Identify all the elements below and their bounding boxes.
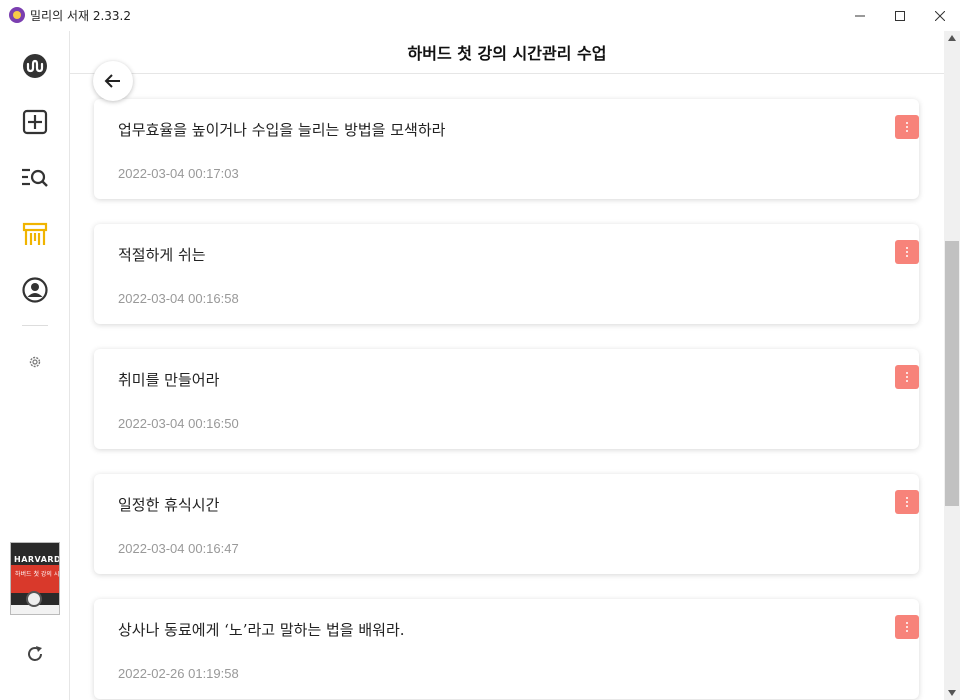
app-title: 밀리의 서재 2.33.2 bbox=[30, 9, 131, 23]
sidebar: HARVARD 하버드 첫 강의 시간관리 수업 bbox=[0, 31, 70, 700]
note-text: 업무효율을 높이거나 수입을 늘리는 방법을 모색하라 bbox=[118, 121, 446, 139]
note-text: 취미를 만들어라 bbox=[118, 371, 220, 389]
minimize-button[interactable] bbox=[840, 0, 880, 31]
notes-list: 업무효율을 높이거나 수입을 늘리는 방법을 모색하라 2022-03-04 0… bbox=[70, 75, 944, 700]
page-title: 하버드 첫 강의 시간관리 수업 bbox=[407, 44, 607, 63]
clock-icon bbox=[26, 591, 42, 607]
chevron-up-icon bbox=[948, 35, 956, 41]
sidebar-divider bbox=[22, 325, 48, 326]
note-date: 2022-03-04 00:16:50 bbox=[118, 416, 239, 431]
title-bar: 밀리의 서재 2.33.2 bbox=[0, 0, 960, 31]
user-circle-icon bbox=[22, 277, 48, 303]
plus-square-icon bbox=[22, 109, 48, 135]
gear-icon bbox=[29, 356, 41, 368]
close-icon bbox=[935, 10, 945, 21]
scrollbar[interactable] bbox=[944, 31, 960, 700]
more-options-button[interactable] bbox=[895, 115, 919, 139]
sidebar-item-library[interactable] bbox=[20, 219, 50, 249]
current-book-cover[interactable]: HARVARD 하버드 첫 강의 시간관리 수업 bbox=[10, 542, 60, 615]
more-options-button[interactable] bbox=[895, 240, 919, 264]
book-cover-title: HARVARD bbox=[14, 555, 60, 564]
refresh-icon bbox=[28, 646, 42, 661]
note-date: 2022-03-04 00:16:58 bbox=[118, 291, 239, 306]
scroll-thumb[interactable] bbox=[945, 241, 959, 506]
note-text: 적절하게 쉬는 bbox=[118, 246, 206, 264]
scroll-down-button[interactable] bbox=[944, 686, 960, 700]
minimize-icon bbox=[855, 15, 865, 16]
maximize-button[interactable] bbox=[880, 0, 920, 31]
millie-logo-icon bbox=[9, 7, 25, 23]
settings-button[interactable] bbox=[20, 347, 50, 377]
note-date: 2022-02-26 01:19:58 bbox=[118, 666, 239, 681]
note-text: 일정한 휴식시간 bbox=[118, 496, 220, 514]
sidebar-item-profile[interactable] bbox=[20, 275, 50, 305]
note-card[interactable]: 업무효율을 높이거나 수입을 늘리는 방법을 모색하라 2022-03-04 0… bbox=[94, 99, 919, 199]
sidebar-item-search[interactable] bbox=[20, 163, 50, 193]
note-text: 상사나 동료에게 ‘노’라고 말하는 법을 배워라. bbox=[118, 621, 405, 639]
more-options-button[interactable] bbox=[895, 490, 919, 514]
note-card[interactable]: 일정한 휴식시간 2022-03-04 00:16:47 bbox=[94, 474, 919, 574]
more-options-button[interactable] bbox=[895, 365, 919, 389]
note-card[interactable]: 상사나 동료에게 ‘노’라고 말하는 법을 배워라. 2022-02-26 01… bbox=[94, 599, 919, 699]
list-search-icon bbox=[22, 168, 48, 187]
book-cover-subtitle: 하버드 첫 강의 시간관리 수업 bbox=[15, 571, 59, 578]
note-card[interactable]: 적절하게 쉬는 2022-03-04 00:16:58 bbox=[94, 224, 919, 324]
refresh-button[interactable] bbox=[20, 639, 50, 669]
sidebar-item-home[interactable] bbox=[20, 51, 50, 81]
arrow-left-icon bbox=[104, 74, 120, 88]
more-options-button[interactable] bbox=[895, 615, 919, 639]
page-header: 하버드 첫 강의 시간관리 수업 bbox=[70, 31, 944, 74]
scroll-up-button[interactable] bbox=[944, 31, 960, 45]
bookshelf-icon bbox=[22, 222, 48, 245]
chevron-down-icon bbox=[948, 690, 956, 696]
sidebar-item-add[interactable] bbox=[20, 107, 50, 137]
note-date: 2022-03-04 00:16:47 bbox=[118, 541, 239, 556]
maximize-icon bbox=[895, 10, 905, 21]
note-date: 2022-03-04 00:17:03 bbox=[118, 166, 239, 181]
millie-wave-icon bbox=[23, 54, 47, 78]
note-card[interactable]: 취미를 만들어라 2022-03-04 00:16:50 bbox=[94, 349, 919, 449]
close-button[interactable] bbox=[920, 0, 960, 31]
back-button[interactable] bbox=[93, 61, 133, 101]
